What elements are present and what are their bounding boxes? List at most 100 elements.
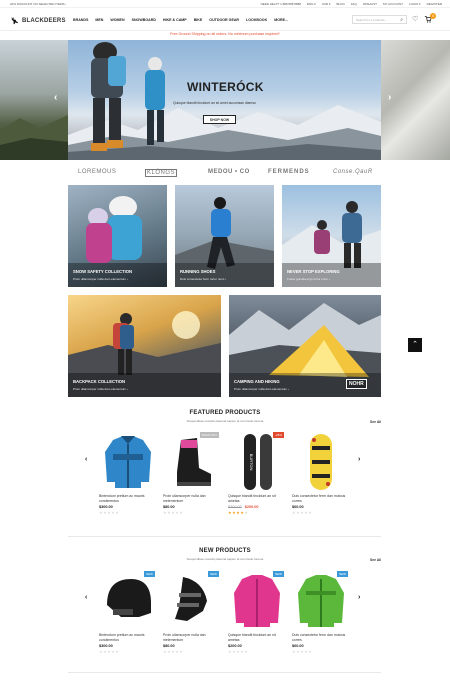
nav-lookbook[interactable]: LOOKBOOK	[246, 18, 267, 22]
scroll-to-top-button[interactable]: ⌃	[408, 338, 422, 352]
new-badge: NEW	[208, 571, 219, 577]
tile-camping-hiking[interactable]: CAMPING AND HIKING Proin ullamcorper nul…	[229, 295, 381, 397]
main-nav: BRANDS MEN WOMEN SNOWBOARD HIKE & CAMP B…	[73, 18, 288, 22]
product-card[interactable]: NEW Duis consectetur ferm dan mutous cor…	[292, 571, 350, 654]
brand-logo-4[interactable]: FERMENDS	[268, 169, 310, 175]
login-link[interactable]: LOGIN ▾	[409, 2, 421, 6]
nav-hike-camp[interactable]: HIKE & CAMP	[163, 18, 187, 22]
cart-icon[interactable]: 0	[424, 13, 437, 25]
top-links: NEED HELP? 1 888 888 8888 ENG ▾ USD ▾ BL…	[261, 2, 442, 6]
wishlist-link[interactable]: WISHLIST	[363, 2, 377, 6]
jacket-blue-image	[105, 436, 151, 488]
tile-backpack-collection[interactable]: BACKPACK COLLECTION Proin ullamcorper nu…	[68, 295, 221, 397]
product-card[interactable]: Bintendum pretium ac mauris condimentus …	[99, 432, 157, 515]
product-image[interactable]: NEW	[99, 571, 157, 631]
new-prev-arrow-icon[interactable]: ‹	[85, 594, 87, 601]
shop-now-button[interactable]: SHOP NOW	[203, 115, 236, 124]
product-current-price: $80.00	[163, 505, 175, 509]
product-name[interactable]: Duis consectetur ferm dan mutous corres	[292, 633, 350, 642]
wishlist-heart-icon[interactable]: ♡	[412, 15, 418, 25]
product-image[interactable]: NEW	[292, 571, 350, 631]
product-image[interactable]	[99, 432, 157, 492]
product-name[interactable]: Proin ullamcorper nulla dan melementum	[163, 633, 221, 642]
tile-running-shoes[interactable]: RUNNING SHOES Duis consectetur ferm tort…	[175, 185, 274, 287]
product-card[interactable]: SOLD OUT Proin ullamcorper nulla dan mel…	[163, 432, 221, 515]
site-logo[interactable]: BLACKDEERS	[10, 16, 66, 25]
rating-stars-icon: ★★★★★	[99, 510, 120, 515]
new-products-subtitle: Suspendisse maculis placerat sapien at c…	[186, 557, 264, 561]
product-name[interactable]: Bintendum pretium ac mauris condimentus	[99, 633, 157, 642]
help-phone: NEED HELP? 1 888 888 8888	[260, 2, 301, 6]
rating-stars-icon: ★★★★★	[228, 510, 249, 515]
product-name[interactable]: Quisque blandit tincidunt an sit ametas	[228, 494, 286, 503]
product-name[interactable]: Proin ullamcorper nulla dan melementum	[163, 494, 221, 503]
tile-subtitle: Fusce gravida ergo tortor nunc ›	[287, 277, 330, 281]
product-price: $300.00	[99, 505, 157, 509]
rating-stars-icon: ★★★★★	[163, 649, 184, 654]
product-card[interactable]: BURTON -25% Quisque blandit tincidunt an…	[228, 432, 286, 515]
hero-slider: ‹ ›	[0, 40, 450, 160]
brand-logo-2[interactable]: KLÖNGS	[145, 169, 178, 177]
currency-select[interactable]: USD ▾	[322, 2, 331, 6]
search-icon[interactable]: ⌕	[400, 17, 403, 23]
product-image[interactable]: SOLD OUT	[163, 432, 221, 492]
product-price: $300.00	[99, 644, 157, 648]
product-image[interactable]: BURTON -25%	[228, 432, 286, 492]
new-see-all-link[interactable]: See All	[370, 558, 381, 562]
search-input[interactable]: Search for a products...	[356, 18, 387, 22]
cart-count-badge: 0	[430, 13, 437, 19]
nav-men[interactable]: MEN	[95, 18, 103, 22]
faq-link[interactable]: FAQ	[351, 2, 357, 6]
nav-snowboard[interactable]: SNOWBOARD	[132, 18, 156, 22]
rating-stars-icon: ★★★★★	[163, 510, 184, 515]
new-badge: NEW	[273, 571, 284, 577]
brand-logo-5[interactable]: Conse.QauR	[333, 169, 373, 175]
tile-subtitle: Proin ullamcorper nulla dam elementum ›	[73, 277, 128, 281]
my-account-link[interactable]: MY ACCOUNT	[383, 2, 403, 6]
brand-logo-3[interactable]: MEDOU • CO	[208, 169, 250, 175]
helmet-image	[107, 579, 151, 617]
product-image[interactable]	[292, 432, 350, 492]
featured-see-all-link[interactable]: See All	[370, 420, 381, 424]
top-bar: 20% DISCOUNT ON SELECTED ITEMS › NEED HE…	[0, 0, 450, 8]
product-name[interactable]: Quisque blandit tincidunt an sit ametas	[228, 633, 286, 642]
featured-next-arrow-icon[interactable]: ›	[358, 456, 360, 463]
new-next-arrow-icon[interactable]: ›	[358, 594, 360, 601]
tile-snow-safety[interactable]: SNOW SAFETY COLLECTION Proin ullamcorper…	[68, 185, 167, 287]
product-card[interactable]: NEW Proin ullamcorper nulla dan melement…	[163, 571, 221, 654]
rating-stars-icon: ★★★★★	[99, 649, 120, 654]
skateboard-image	[310, 434, 332, 490]
language-select[interactable]: ENG ▾	[307, 2, 316, 6]
tile-subtitle: Proin ullamcorper nulla dam elementum ›	[73, 387, 128, 391]
nav-outdoor-gear[interactable]: OUTDOOR GEAR	[209, 18, 239, 22]
jacket-green-image	[298, 575, 344, 627]
product-name[interactable]: Duis consectetur ferm dan mutous corres	[292, 494, 350, 503]
snowboard-image: BURTON	[244, 434, 272, 490]
featured-prev-arrow-icon[interactable]: ‹	[85, 456, 87, 463]
product-image[interactable]: NEW	[163, 571, 221, 631]
product-name[interactable]: Bintendum pretium ac mauris condimentus	[99, 494, 157, 503]
section-divider	[68, 536, 381, 537]
brand-logo-1[interactable]: LOREMOUS	[78, 169, 116, 175]
product-card[interactable]: NEW Quisque blandit tincidunt an sit ame…	[228, 571, 286, 654]
rating-stars-icon: ★★★★★	[228, 649, 249, 654]
nav-bike[interactable]: BIKE	[194, 18, 203, 22]
logo-text: BLACKDEERS	[22, 17, 66, 24]
search-box[interactable]: Search for a products... ⌕	[352, 15, 407, 24]
product-image[interactable]: NEW	[228, 571, 286, 631]
product-card[interactable]: NEW Bintendum pretium ac mauris condimen…	[99, 571, 157, 654]
hero-prev-arrow-icon[interactable]: ‹	[54, 92, 57, 103]
new-badge: NEW	[144, 571, 155, 577]
hero-image	[68, 40, 381, 160]
header-icons: ♡ 0	[412, 13, 437, 25]
register-link[interactable]: REGISTER	[427, 2, 442, 6]
nav-brands[interactable]: BRANDS	[73, 18, 88, 22]
nav-women[interactable]: WOMEN	[110, 18, 124, 22]
blog-link[interactable]: BLOG	[336, 2, 344, 6]
tile-never-stop-exploring[interactable]: NEVER STOP EXPLORING Fusce gravida ergo …	[282, 185, 381, 287]
nav-more[interactable]: MORE...	[274, 18, 288, 22]
discount-link[interactable]: 20% DISCOUNT ON SELECTED ITEMS ›	[10, 2, 66, 6]
product-card[interactable]: Duis consectetur ferm dan mutous corres …	[292, 432, 350, 515]
jacket-pink-image	[234, 575, 280, 627]
hero-next-arrow-icon[interactable]: ›	[388, 92, 391, 103]
